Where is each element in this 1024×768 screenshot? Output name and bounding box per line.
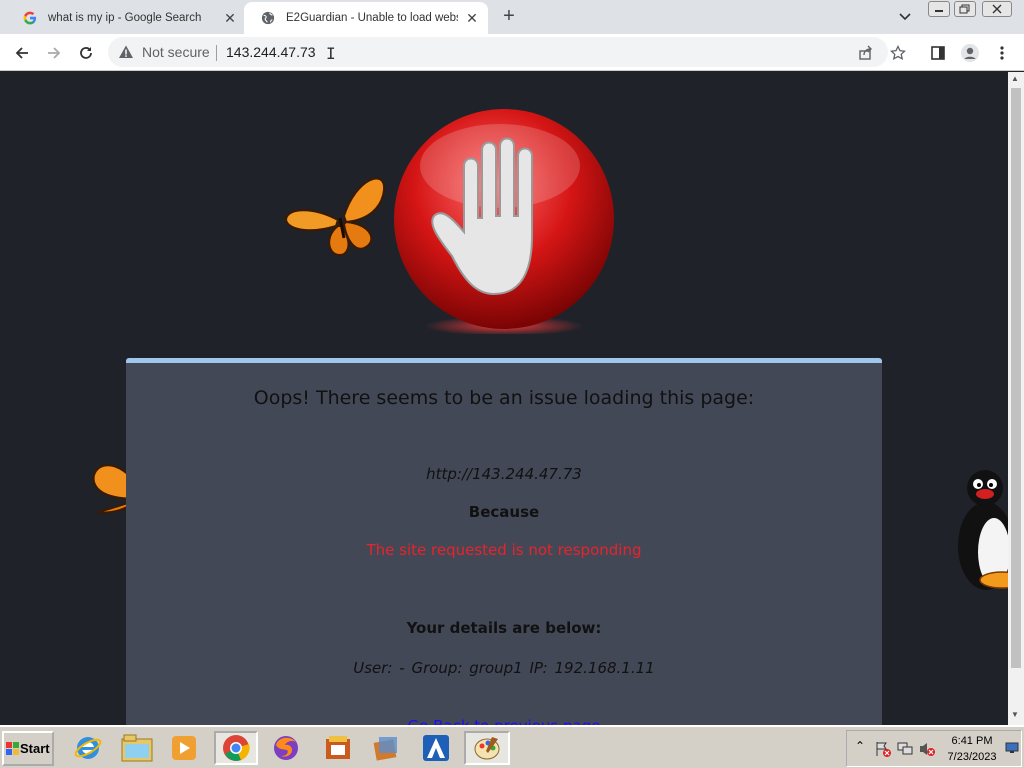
page-viewport: Oops! There seems to be an issue loading… bbox=[0, 72, 1008, 725]
minimize-button[interactable] bbox=[928, 1, 950, 17]
paint-icon[interactable] bbox=[464, 731, 510, 765]
clock-time[interactable]: 6:41 PM bbox=[947, 735, 997, 747]
tab-strip: what is my ip - Google Search ✕ E2Guardi… bbox=[0, 0, 1024, 34]
blocked-url: http://143.244.47.73 bbox=[426, 465, 582, 483]
url-text[interactable]: 143.244.47.73 bbox=[226, 44, 316, 60]
restore-button[interactable] bbox=[954, 1, 976, 17]
because-label: Because bbox=[468, 503, 540, 521]
back-arrow-icon[interactable] bbox=[10, 41, 34, 65]
tab-e2guardian[interactable]: E2Guardian - Unable to load website ✕ bbox=[244, 2, 488, 34]
tab-title: E2Guardian - Unable to load website bbox=[286, 12, 458, 24]
reload-icon[interactable] bbox=[74, 41, 98, 65]
tray-expand-icon[interactable]: ⌃ bbox=[855, 739, 865, 753]
security-status-label[interactable]: Not secure bbox=[142, 44, 210, 60]
stop-hand-icon bbox=[394, 109, 614, 334]
penguin-image bbox=[958, 470, 1008, 590]
start-button[interactable]: Start bbox=[2, 731, 54, 766]
app-icon-1[interactable] bbox=[320, 731, 356, 765]
windows-logo-icon bbox=[6, 741, 19, 755]
tab-google-search[interactable]: what is my ip - Google Search ✕ bbox=[6, 2, 246, 34]
file-explorer-icon[interactable] bbox=[119, 731, 155, 765]
user-details: User: - Group: group1 IP: 192.168.1.11 bbox=[353, 659, 655, 677]
bookmark-star-icon[interactable] bbox=[886, 41, 910, 65]
google-g-icon bbox=[22, 10, 38, 26]
profile-avatar-icon[interactable] bbox=[958, 41, 982, 65]
address-bar[interactable]: Not secure 143.244.47.73 I bbox=[108, 37, 888, 67]
block-reason: The site requested is not responding bbox=[366, 541, 642, 559]
app-icon-2[interactable] bbox=[368, 731, 404, 765]
close-tab-icon[interactable]: ✕ bbox=[222, 10, 238, 26]
butterfly-image bbox=[284, 177, 386, 256]
start-label: Start bbox=[20, 741, 50, 756]
browser-toolbar: Not secure 143.244.47.73 I bbox=[0, 34, 1024, 71]
side-panel-icon[interactable] bbox=[926, 41, 950, 65]
text-cursor-icon: I bbox=[326, 44, 336, 63]
taskbar: Start ⌃ 6:41 PM 7/23/2023 bbox=[0, 725, 1024, 768]
chrome-icon[interactable] bbox=[214, 731, 258, 765]
tab-title: what is my ip - Google Search bbox=[48, 12, 202, 24]
error-panel: Oops! There seems to be an issue loading… bbox=[126, 358, 882, 725]
forward-arrow-icon[interactable] bbox=[42, 41, 66, 65]
more-menu-icon[interactable] bbox=[990, 41, 1014, 65]
tab-search-chevron-icon[interactable] bbox=[896, 8, 914, 26]
internet-explorer-icon[interactable] bbox=[70, 731, 106, 765]
firefox-icon[interactable] bbox=[268, 731, 304, 765]
action-center-flag-icon[interactable] bbox=[875, 741, 891, 762]
clock-date[interactable]: 7/23/2023 bbox=[947, 751, 997, 763]
close-window-button[interactable] bbox=[982, 1, 1012, 17]
scroll-up-icon[interactable]: ▲ bbox=[1011, 74, 1019, 83]
show-desktop-icon[interactable] bbox=[1005, 741, 1019, 759]
close-tab-icon[interactable]: ✕ bbox=[464, 10, 480, 26]
network-icon[interactable] bbox=[897, 741, 913, 762]
share-icon[interactable] bbox=[854, 41, 878, 65]
new-tab-button[interactable]: + bbox=[498, 6, 520, 28]
media-player-icon[interactable] bbox=[166, 731, 202, 765]
warning-triangle-icon[interactable] bbox=[118, 44, 134, 60]
error-heading: Oops! There seems to be an issue loading… bbox=[253, 387, 755, 409]
scrollbar-thumb[interactable] bbox=[1011, 88, 1021, 668]
details-heading: Your details are below: bbox=[406, 619, 602, 637]
address-divider bbox=[216, 45, 217, 61]
system-tray: ⌃ 6:41 PM 7/23/2023 bbox=[846, 730, 1022, 767]
volume-muted-icon[interactable] bbox=[919, 741, 935, 762]
arrow-app-icon[interactable] bbox=[418, 731, 454, 765]
go-back-link[interactable]: Go Back to previous page bbox=[126, 717, 882, 725]
globe-icon bbox=[260, 10, 276, 26]
scroll-down-icon[interactable]: ▼ bbox=[1011, 710, 1019, 719]
